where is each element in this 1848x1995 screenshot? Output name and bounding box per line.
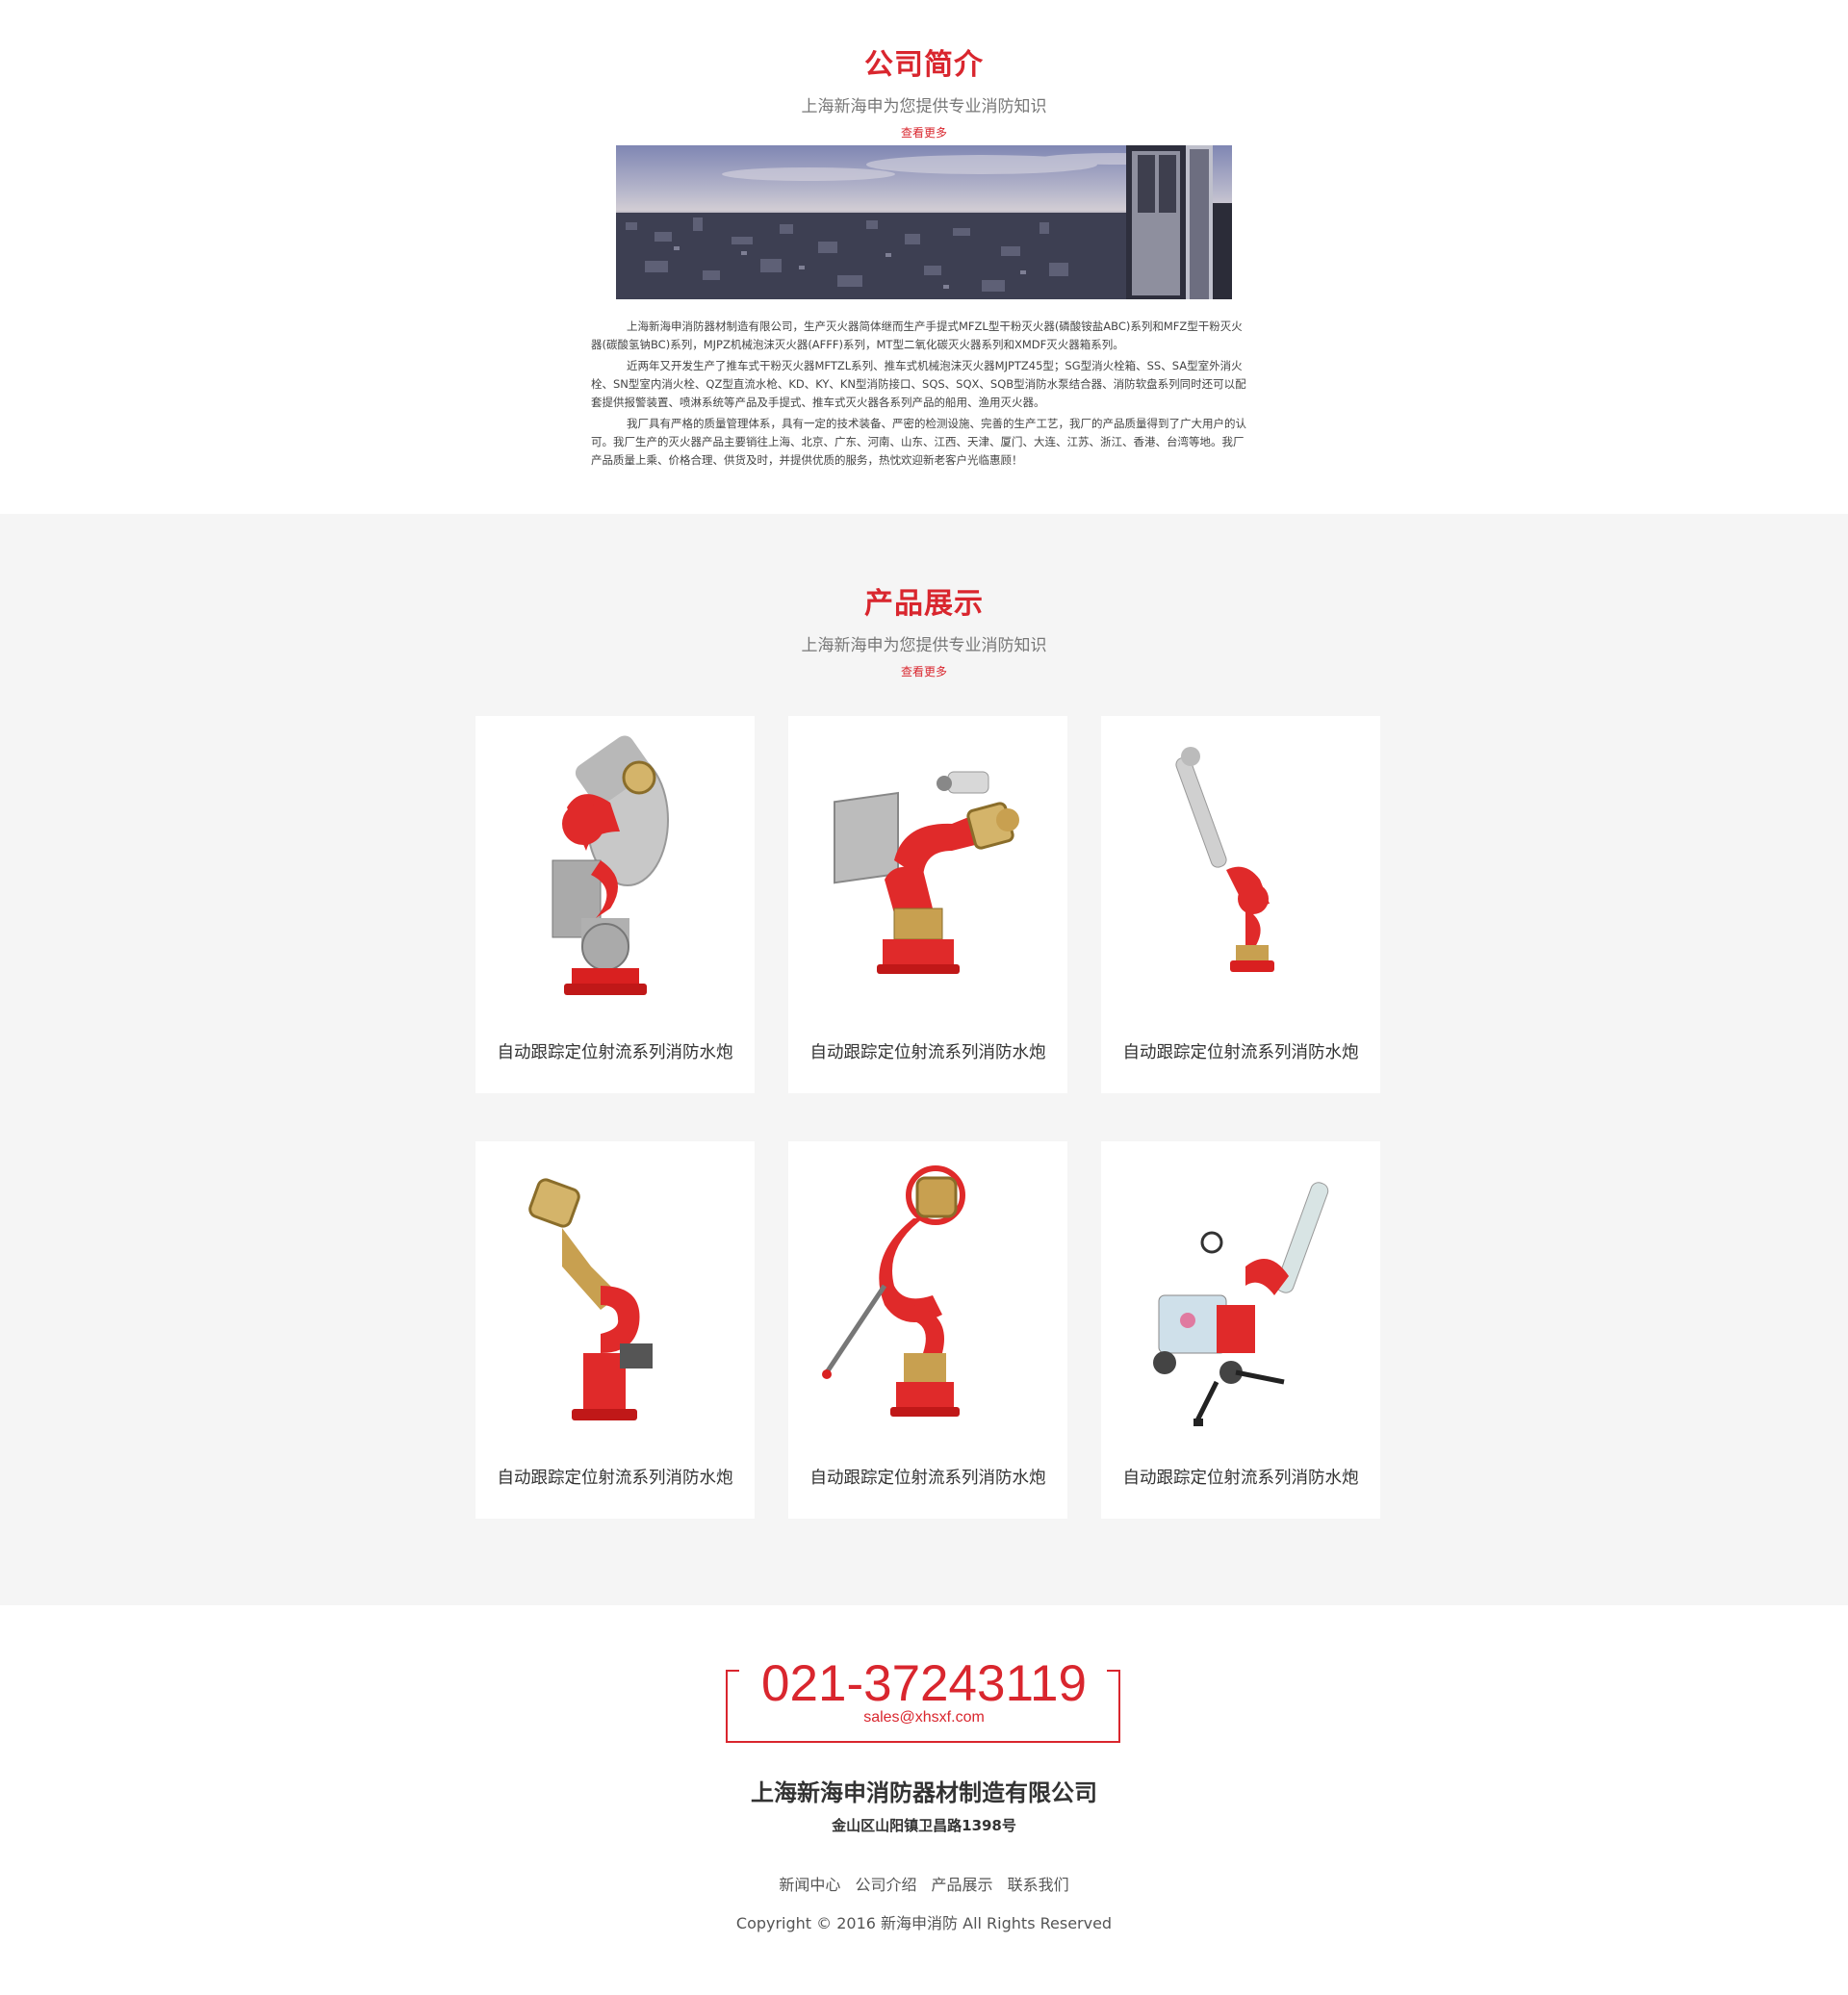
product-name: 自动跟踪定位射流系列消防水炮: [497, 1469, 733, 1488]
product-card[interactable]: 自动跟踪定位射流系列消防水炮: [475, 716, 755, 1093]
about-section: 公司简介 上海新海申为您提供专业消防知识 查看更多 上海新海申消防器材制造有限公…: [0, 0, 1848, 514]
email-address[interactable]: sales@xhsxf.com: [0, 1709, 1848, 1726]
product-name: 自动跟踪定位射流系列消防水炮: [1122, 1043, 1359, 1062]
product-card[interactable]: 自动跟踪定位射流系列消防水炮: [788, 1141, 1067, 1519]
product-name: 自动跟踪定位射流系列消防水炮: [497, 1043, 733, 1062]
about-paragraph: 上海新海申消防器材制造有限公司，生产灭火器简体继而生产手提式MFZL型干粉灭火器…: [591, 320, 1243, 351]
copyright: Copyright © 2016 新海申消防 All Rights Reserv…: [735, 1914, 1113, 1932]
water-cannon-image: [1175, 747, 1274, 972]
about-title: 公司简介: [864, 48, 984, 82]
water-cannon-image: [552, 735, 669, 995]
water-cannon-image: [834, 771, 1019, 974]
about-more-link[interactable]: 查看更多: [0, 124, 1848, 141]
product-name: 自动跟踪定位射流系列消防水炮: [809, 1043, 1046, 1062]
water-cannon-image: [822, 1165, 965, 1417]
about-paragraph: 我厂具有严格的质量管理体系，具有一定的技术装备、严密的检测设施、完善的生产工艺，…: [591, 417, 1246, 467]
product-name: 自动跟踪定位射流系列消防水炮: [1122, 1469, 1359, 1488]
product-card[interactable]: 自动跟踪定位射流系列消防水炮: [475, 1141, 755, 1519]
footer-nav: 新闻中心 公司介绍 产品展示 联系我们: [0, 1872, 1848, 1895]
water-cannon-image: [528, 1178, 653, 1420]
product-card[interactable]: 自动跟踪定位射流系列消防水炮: [788, 716, 1067, 1093]
footer-link-contact[interactable]: 联系我们: [1008, 1876, 1069, 1894]
about-subtitle: 上海新海申为您提供专业消防知识: [801, 97, 1047, 116]
about-paragraph: 近两年又开发生产了推车式干粉灭火器MFTZL系列、推车式机械泡沫灭火器MJPTZ…: [591, 359, 1246, 409]
company-name: 上海新海申消防器材制造有限公司: [751, 1779, 1097, 1806]
city-skyline-banner: [616, 145, 1232, 299]
product-card[interactable]: 自动跟踪定位射流系列消防水炮: [1101, 1141, 1380, 1519]
company-address: 金山区山阳镇卫昌路1398号: [832, 1817, 1016, 1834]
products-section: 产品展示 上海新海申为您提供专业消防知识 查看更多 自动跟踪定位射流系列消防水炮: [0, 514, 1848, 1605]
water-cannon-image: [1153, 1182, 1329, 1426]
products-subtitle: 上海新海申为您提供专业消防知识: [801, 636, 1047, 655]
footer-link-products[interactable]: 产品展示: [932, 1876, 993, 1894]
about-body: 上海新海申消防器材制造有限公司，生产灭火器简体继而生产手提式MFZL型干粉灭火器…: [591, 318, 1249, 473]
products-header: 产品展示 上海新海申为您提供专业消防知识 查看更多: [0, 579, 1848, 679]
phone-number: 021-37243119: [761, 1655, 1087, 1712]
product-name: 自动跟踪定位射流系列消防水炮: [809, 1469, 1046, 1488]
footer-link-about[interactable]: 公司介绍: [855, 1876, 916, 1894]
products-title: 产品展示: [864, 587, 984, 621]
about-header: 公司简介 上海新海申为您提供专业消防知识 查看更多: [0, 40, 1848, 141]
product-card[interactable]: 自动跟踪定位射流系列消防水炮: [1101, 716, 1380, 1093]
products-more-link[interactable]: 查看更多: [0, 663, 1848, 679]
footer-link-news[interactable]: 新闻中心: [779, 1876, 840, 1894]
